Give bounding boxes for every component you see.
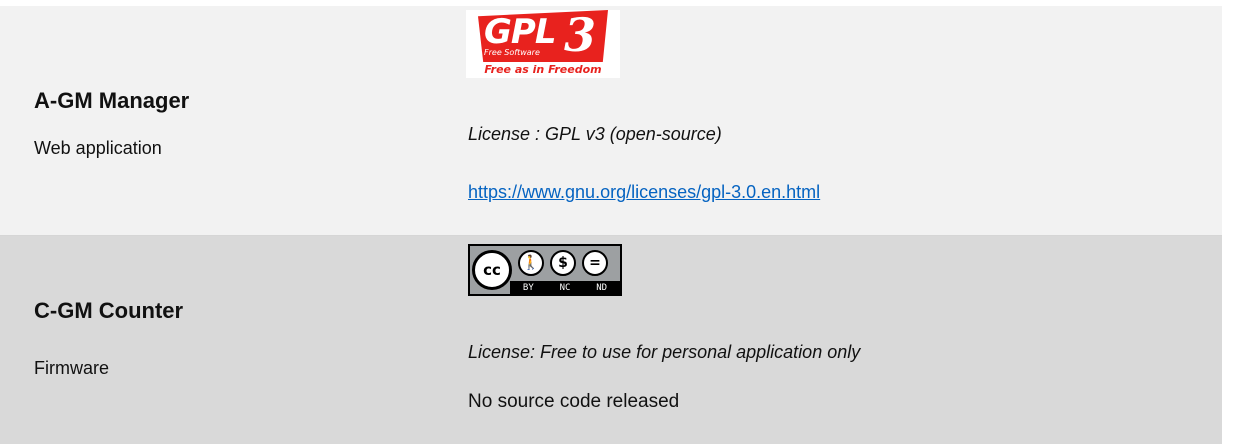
license-link[interactable]: https://www.gnu.org/licenses/gpl-3.0.en.…	[468, 182, 820, 203]
cc-label-nd: ND	[596, 283, 608, 293]
product-name: C-GM Counter	[34, 298, 184, 323]
cc-by-nc-nd-badge: cc 🚶 $ = BY NC ND	[468, 244, 622, 296]
cc-label-nc: NC	[559, 283, 571, 293]
source-note: No source code released	[468, 391, 680, 412]
gpl-v3-logo: GPL Free Software 3 Free as in Freedom	[466, 8, 620, 78]
product-name: A-GM Manager	[34, 88, 190, 113]
gpl-logo-version: 3	[564, 8, 597, 62]
noderivatives-icon: =	[582, 250, 608, 276]
noncommercial-icon: $	[550, 250, 576, 276]
license-table: A-GM Manager Web application GPL Free So…	[0, 0, 1233, 444]
cc-labels: BY NC ND	[510, 283, 620, 293]
license-label: License: Free to use for personal applic…	[468, 342, 861, 362]
table-row-c-gm-counter: C-GM Counter Firmware cc 🚶 $ = BY NC ND …	[0, 236, 1222, 444]
table-row-a-gm-manager: A-GM Manager Web application GPL Free So…	[0, 6, 1222, 236]
attribution-icon: 🚶	[518, 250, 544, 276]
gpl-logo-letters: GPL	[484, 12, 556, 52]
cc-icon: cc	[472, 250, 512, 290]
gpl-logo-subtitle: Free Software	[484, 48, 540, 57]
gpl-logo-tagline: Free as in Freedom	[484, 63, 602, 76]
product-type: Firmware	[34, 358, 109, 378]
cc-label-by: BY	[522, 283, 534, 293]
license-label: License : GPL v3 (open-source)	[468, 124, 722, 144]
product-type: Web application	[34, 138, 162, 158]
